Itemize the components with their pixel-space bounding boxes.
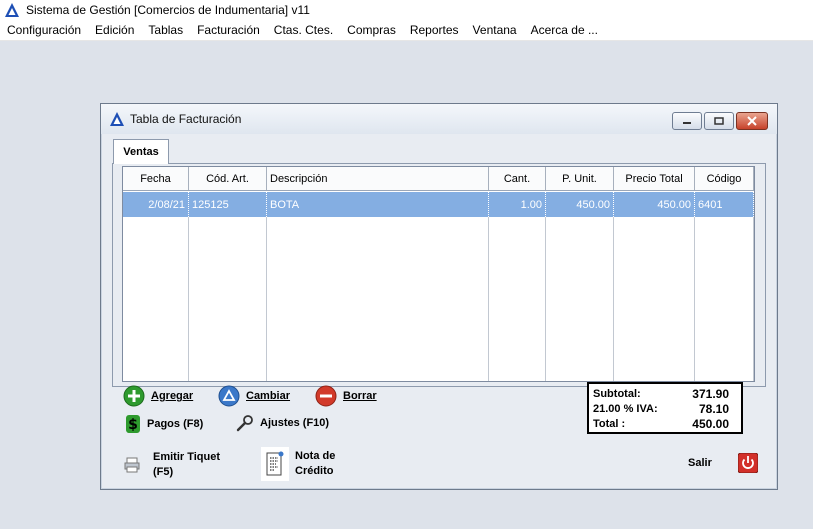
minimize-icon (683, 122, 691, 124)
cell-precio-total: 450.00 (614, 192, 695, 217)
borrar-label: Borrar (343, 390, 377, 402)
menu-reportes[interactable]: Reportes (403, 20, 466, 41)
window-titlebar[interactable]: Tabla de Facturación (101, 104, 777, 134)
subtotal-label: Subtotal: (593, 387, 641, 400)
cell-p-unit: 450.00 (546, 192, 614, 217)
salir-button[interactable]: Salir (688, 453, 758, 473)
plus-circle-icon (123, 385, 145, 407)
borrar-button[interactable]: Borrar (315, 385, 377, 407)
pagos-label: Pagos (F8) (147, 418, 204, 430)
agregar-label: Agregar (151, 390, 194, 402)
dollar-icon: $ (126, 415, 140, 433)
ajustes-label: Ajustes (F10) (260, 417, 330, 429)
subtotal-row: Subtotal: 371.90 (593, 386, 737, 401)
receipt-icon (261, 447, 289, 481)
agregar-button[interactable]: Agregar (123, 385, 193, 407)
close-icon (747, 116, 757, 126)
col-header-precio-total[interactable]: Precio Total (614, 167, 695, 190)
minimize-button[interactable] (672, 112, 702, 130)
menubar: Configuración Edición Tablas Facturación… (0, 20, 813, 41)
power-icon (737, 453, 758, 473)
emitir-tiquet-label: Emitir Tiquet (153, 451, 221, 463)
menu-ventana[interactable]: Ventana (466, 20, 524, 41)
menu-acerca-de[interactable]: Acerca de ... (524, 20, 605, 41)
iva-label-group: 21.00 % IVA: (593, 403, 658, 415)
restore-button[interactable] (704, 112, 734, 130)
app-title: Sistema de Gestión [Comercios de Indumen… (26, 3, 310, 17)
window-title: Tabla de Facturación (130, 112, 242, 126)
menu-facturacion[interactable]: Facturación (190, 20, 267, 41)
iva-label: % IVA: (623, 402, 658, 415)
total-label: Total : (593, 417, 626, 430)
menu-ctas-ctes[interactable]: Ctas. Ctes. (267, 20, 340, 41)
salir-label: Salir (688, 457, 712, 469)
cambiar-label: Cambiar (246, 390, 291, 402)
totals-box: Subtotal: 371.90 21.00 % IVA: 78.10 Tota… (587, 382, 743, 434)
cell-fecha: 2/08/21 (123, 192, 189, 217)
wrench-icon (236, 415, 253, 432)
cell-descripcion: BOTA (267, 192, 489, 217)
menu-tablas[interactable]: Tablas (141, 20, 190, 41)
restore-icon (714, 117, 724, 125)
nota-credito-line1: Nota de (295, 450, 336, 462)
window-controls (672, 112, 768, 130)
grid-header: Fecha Cód. Art. Descripción Cant. P. Uni… (123, 167, 754, 191)
ajustes-button[interactable]: Ajustes (F10) (236, 414, 329, 432)
table-row[interactable]: 2/08/21 125125 BOTA 1.00 450.00 450.00 6… (123, 192, 754, 217)
triangle-circle-icon (218, 385, 240, 407)
emitir-tiquet-text: Emitir Tiquet (F5) (153, 450, 220, 480)
col-header-cod-art[interactable]: Cód. Art. (189, 167, 267, 190)
pagos-button[interactable]: $ Pagos (F8) (125, 414, 203, 434)
col-header-descripcion[interactable]: Descripción (267, 167, 489, 190)
emitir-tiquet-button[interactable]: Emitir Tiquet (F5) (123, 450, 220, 480)
app-logo-icon (5, 3, 19, 17)
facturacion-window: Tabla de Facturación Ventas Fecha Cód. A… (100, 103, 778, 490)
col-header-codigo[interactable]: Código (695, 167, 754, 190)
col-header-p-unit[interactable]: P. Unit. (546, 167, 614, 190)
subtotal-value: 371.90 (692, 386, 729, 401)
col-header-cant[interactable]: Cant. (489, 167, 546, 190)
iva-row: 21.00 % IVA: 78.10 (593, 401, 737, 416)
cell-cod-art: 125125 (189, 192, 267, 217)
minus-circle-icon (315, 385, 337, 407)
nota-credito-button[interactable]: Nota de Crédito (261, 447, 335, 481)
cell-cant: 1.00 (489, 192, 546, 217)
tab-ventas[interactable]: Ventas (113, 139, 169, 164)
nota-credito-line2: Crédito (295, 465, 334, 477)
ventas-grid[interactable]: Fecha Cód. Art. Descripción Cant. P. Uni… (122, 166, 755, 382)
svg-text:$: $ (128, 417, 138, 433)
grid-body: 2/08/21 125125 BOTA 1.00 450.00 450.00 6… (123, 192, 754, 381)
iva-rate: 21.00 (593, 402, 621, 415)
close-button[interactable] (736, 112, 768, 130)
cambiar-button[interactable]: Cambiar (218, 385, 290, 407)
menu-compras[interactable]: Compras (340, 20, 403, 41)
total-row: Total : 450.00 (593, 416, 737, 431)
menu-configuracion[interactable]: Configuración (0, 20, 88, 41)
total-value: 450.00 (692, 416, 729, 431)
cell-codigo: 6401 (695, 192, 754, 217)
emitir-tiquet-key: (F5) (153, 466, 174, 478)
app-titlebar: Sistema de Gestión [Comercios de Indumen… (0, 0, 813, 20)
window-logo-icon (110, 112, 124, 126)
printer-icon (124, 457, 140, 473)
menu-edicion[interactable]: Edición (88, 20, 141, 41)
col-header-fecha[interactable]: Fecha (123, 167, 189, 190)
nota-credito-text: Nota de Crédito (295, 449, 335, 479)
iva-value: 78.10 (698, 401, 729, 416)
